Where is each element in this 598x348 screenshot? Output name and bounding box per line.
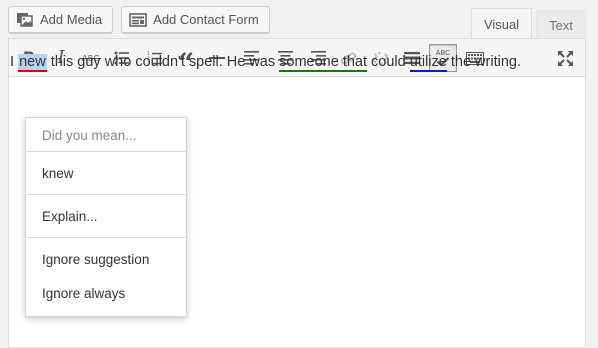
- spellcheck-context-menu: Did you mean... knew Explain... Ignore s…: [25, 117, 187, 317]
- content-text: could: [367, 54, 410, 70]
- add-media-label: Add Media: [40, 12, 103, 27]
- misspelled-word[interactable]: new: [18, 54, 47, 72]
- content-text: I: [10, 54, 19, 70]
- add-contact-form-label: Add Contact Form: [153, 12, 259, 27]
- content-text: the writing.: [446, 54, 521, 70]
- media-buttons: Add Media Add Contact Form: [8, 6, 270, 34]
- style-issue[interactable]: utilize: [409, 54, 447, 72]
- editor-content[interactable]: I new this guy who couldn't spell. He wa…: [10, 54, 588, 72]
- menu-divider: [26, 237, 186, 238]
- menu-item-suggestion[interactable]: knew: [26, 158, 186, 188]
- add-contact-form-button[interactable]: Add Contact Form: [121, 6, 270, 33]
- menu-divider: [26, 194, 186, 195]
- grammar-issue[interactable]: someone that: [279, 54, 368, 72]
- menu-divider: [26, 151, 186, 152]
- content-text: this guy who couldn't spell. He was: [46, 54, 280, 70]
- menu-item-explain[interactable]: Explain...: [26, 201, 186, 231]
- tab-text[interactable]: Text: [536, 10, 586, 39]
- menu-header: Did you mean...: [42, 127, 137, 143]
- editor-tabs: Visual Text: [470, 8, 586, 39]
- media-icon: [17, 12, 33, 27]
- menu-item-ignore-suggestion[interactable]: Ignore suggestion: [26, 244, 186, 274]
- menu-item-ignore-always[interactable]: Ignore always: [26, 278, 186, 308]
- tab-visual[interactable]: Visual: [470, 8, 533, 39]
- contact-form-icon: [129, 12, 147, 27]
- add-media-button[interactable]: Add Media: [8, 6, 114, 33]
